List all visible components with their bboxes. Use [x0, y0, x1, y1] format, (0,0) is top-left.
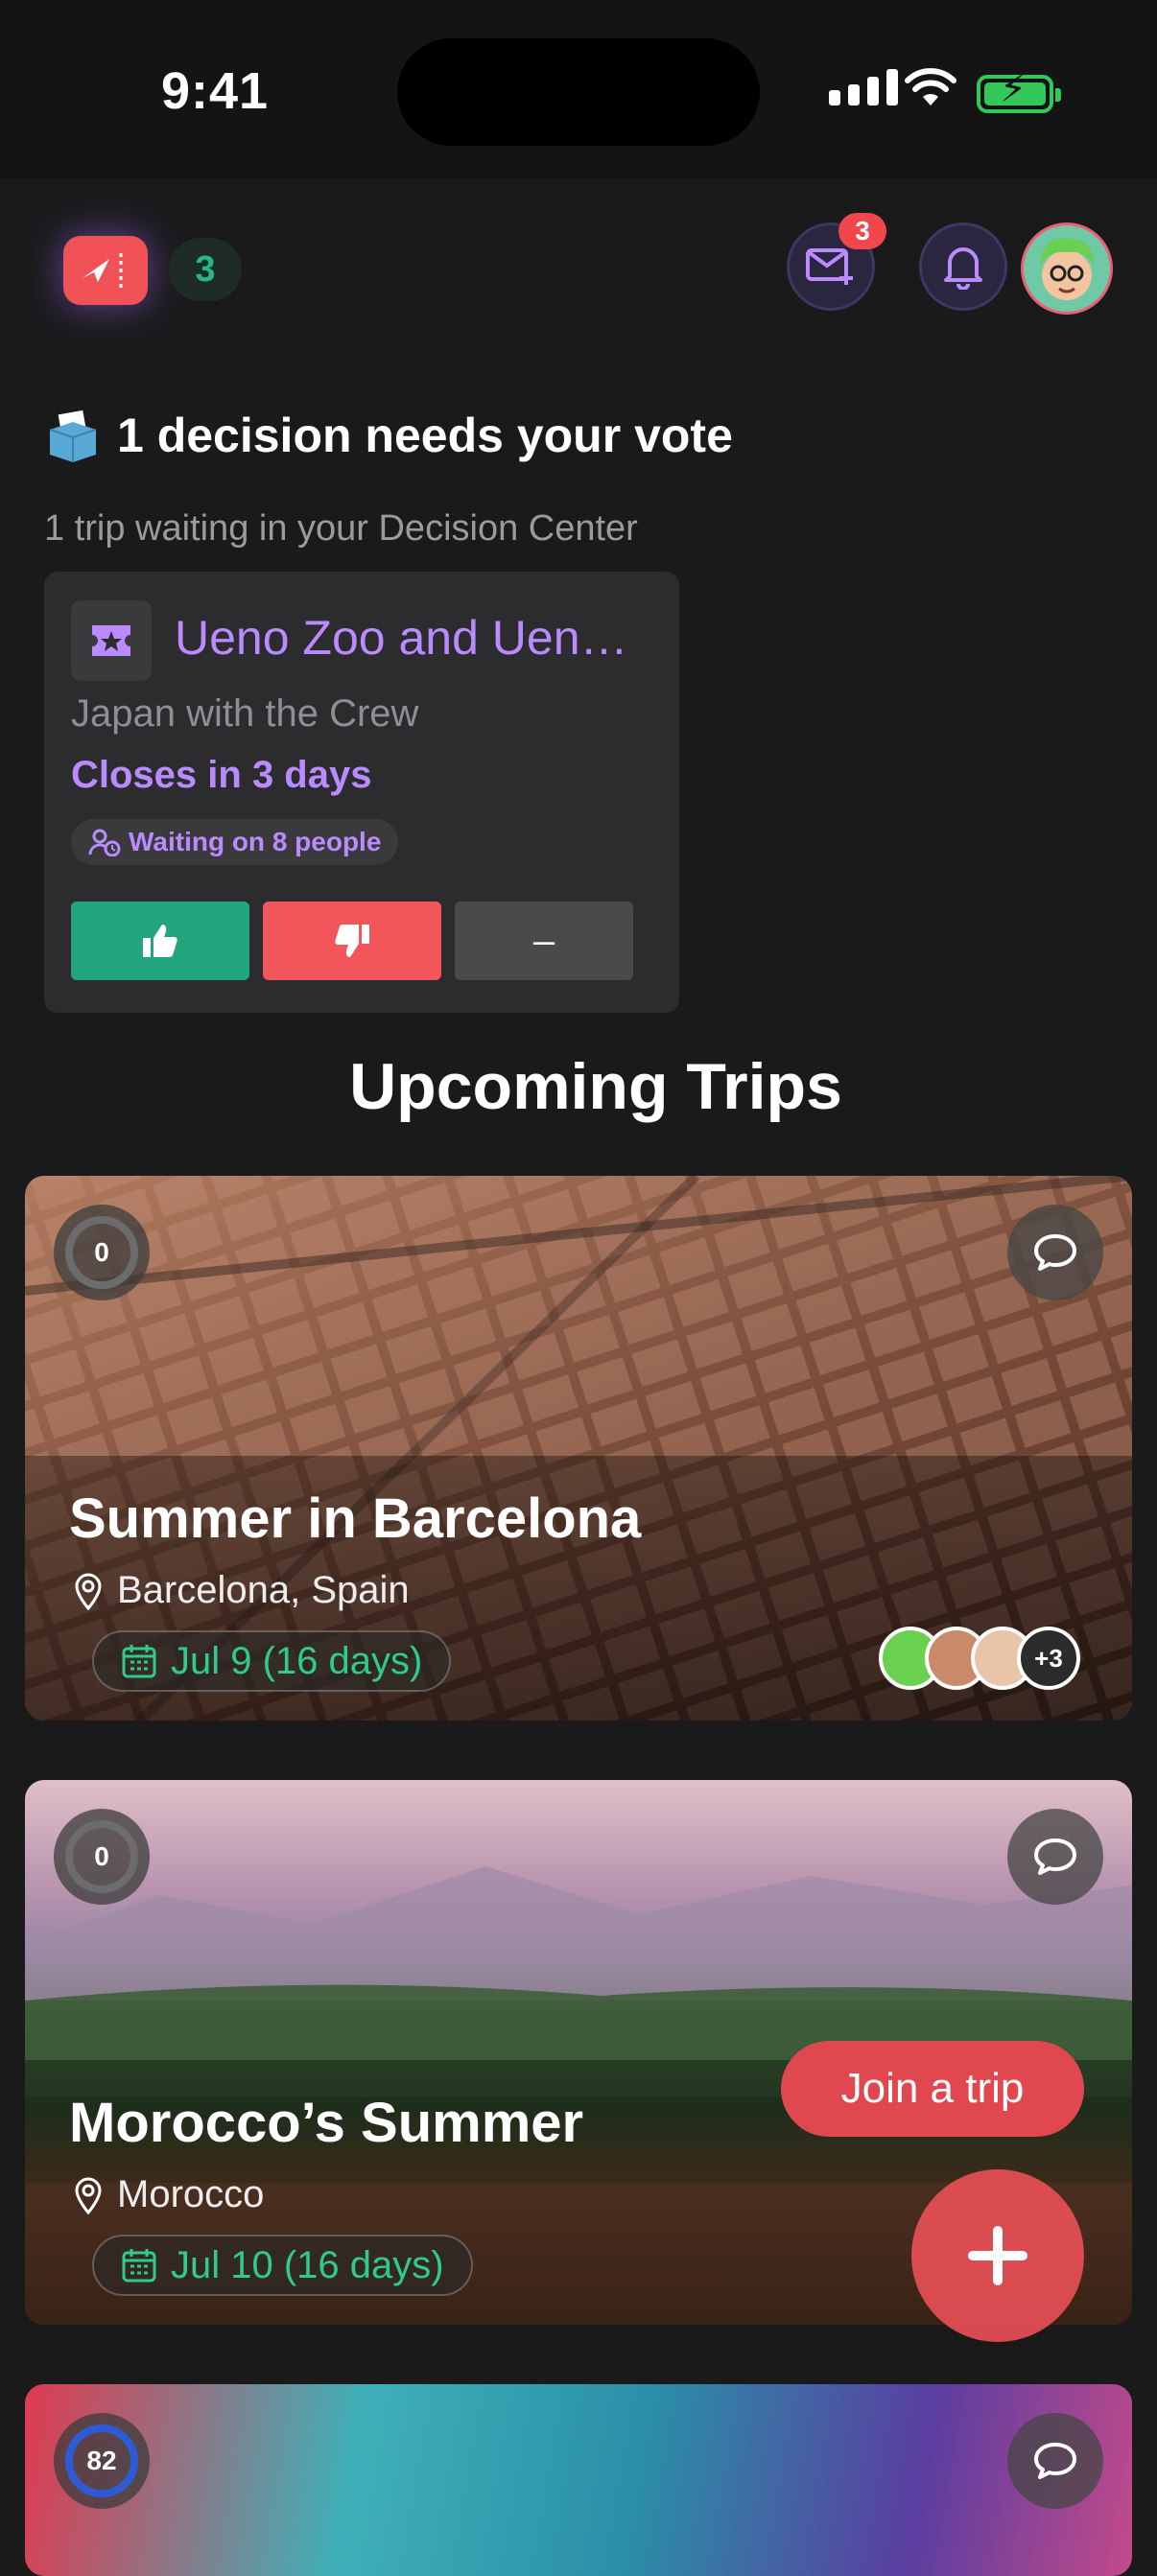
trip-chat-button[interactable]: [1007, 2413, 1103, 2509]
thumbs-up-icon: [143, 925, 177, 957]
plus-icon: [968, 2226, 1027, 2285]
inbox-badge: 3: [838, 213, 886, 249]
trip-card-barcelona[interactable]: 0 Summer in Barcelona Barcelona, Spain J…: [25, 1176, 1132, 1721]
trip-location-text: Morocco: [117, 2173, 265, 2215]
member-overflow-count: +3: [1017, 1627, 1080, 1690]
join-trip-button[interactable]: Join a trip: [781, 2041, 1084, 2137]
top-bar: 3 3: [0, 178, 1157, 361]
trip-location: Barcelona, Spain: [73, 1569, 410, 1612]
app-logo-ticket-icon[interactable]: [63, 236, 148, 305]
mail-plus-icon: [806, 248, 853, 285]
calendar-icon: [122, 2249, 156, 2283]
decision-name[interactable]: Ueno Zoo and Uen…: [175, 610, 654, 666]
status-bar: 9:41 ⚡: [0, 0, 1157, 178]
trip-location: Morocco: [73, 2173, 264, 2216]
ticket-count: 3: [169, 238, 242, 301]
trip-progress-value: 82: [86, 2446, 117, 2475]
decision-closes: Closes in 3 days: [71, 754, 372, 796]
decision-heading: 1 decision needs your vote: [44, 407, 733, 464]
trip-progress-value: 0: [94, 1237, 109, 1267]
vote-yes-button[interactable]: [71, 902, 249, 980]
trip-date-text: Jul 9 (16 days): [171, 1639, 423, 1682]
trip-location-text: Barcelona, Spain: [117, 1569, 410, 1611]
ticket-star-icon: [71, 600, 152, 681]
wifi-icon: [905, 68, 956, 105]
map-pin-icon: [75, 2177, 102, 2214]
trip-progress-ring: 0: [54, 1205, 150, 1300]
trip-name: Summer in Barcelona: [69, 1487, 642, 1550]
trip-date-badge: Jul 10 (16 days): [92, 2235, 473, 2296]
decision-card[interactable]: Ueno Zoo and Uen… Japan with the Crew Cl…: [44, 572, 679, 1013]
ballot-box-icon: [49, 410, 97, 462]
trip-name: Morocco’s Summer: [69, 2092, 584, 2154]
add-fab-button[interactable]: [911, 2169, 1084, 2342]
waiting-badge: Waiting on 8 people: [71, 819, 399, 865]
chat-bubble-icon: [1034, 1838, 1076, 1875]
cellular-signal-icon: [829, 69, 898, 105]
bell-icon: [944, 247, 982, 290]
decision-title: 1 decision needs your vote: [117, 409, 733, 462]
thumbs-down-icon: [335, 925, 369, 957]
trip-card-third[interactable]: 82: [25, 2384, 1132, 2576]
chat-bubble-icon: [1034, 2443, 1076, 2479]
trip-progress-value: 0: [94, 1841, 109, 1871]
vote-abstain-button[interactable]: –: [455, 902, 633, 980]
trip-chat-button[interactable]: [1007, 1809, 1103, 1905]
waiting-text: Waiting on 8 people: [129, 827, 382, 856]
member-avatars[interactable]: +3: [879, 1627, 1080, 1690]
calendar-icon: [122, 1645, 156, 1678]
status-time: 9:41: [161, 62, 270, 120]
trip-date-badge: Jul 9 (16 days): [92, 1630, 452, 1692]
section-title: Upcoming Trips: [349, 1050, 842, 1123]
chat-bubble-icon: [1034, 1234, 1076, 1271]
trip-date-text: Jul 10 (16 days): [171, 2243, 444, 2286]
charging-bolt-icon: ⚡: [1000, 68, 1027, 110]
trip-progress-ring: 82: [54, 2413, 150, 2509]
decision-subtitle: 1 trip waiting in your Decision Center: [44, 508, 638, 549]
trip-progress-ring: 0: [54, 1809, 150, 1905]
map-pin-icon: [75, 1573, 102, 1610]
profile-avatar[interactable]: [1021, 222, 1113, 315]
people-clock-icon: [88, 829, 121, 856]
trip-chat-button[interactable]: [1007, 1205, 1103, 1300]
dynamic-island: [397, 38, 760, 146]
vote-no-button[interactable]: [263, 902, 441, 980]
notifications-button[interactable]: [919, 222, 1007, 311]
decision-trip-name: Japan with the Crew: [71, 692, 419, 735]
